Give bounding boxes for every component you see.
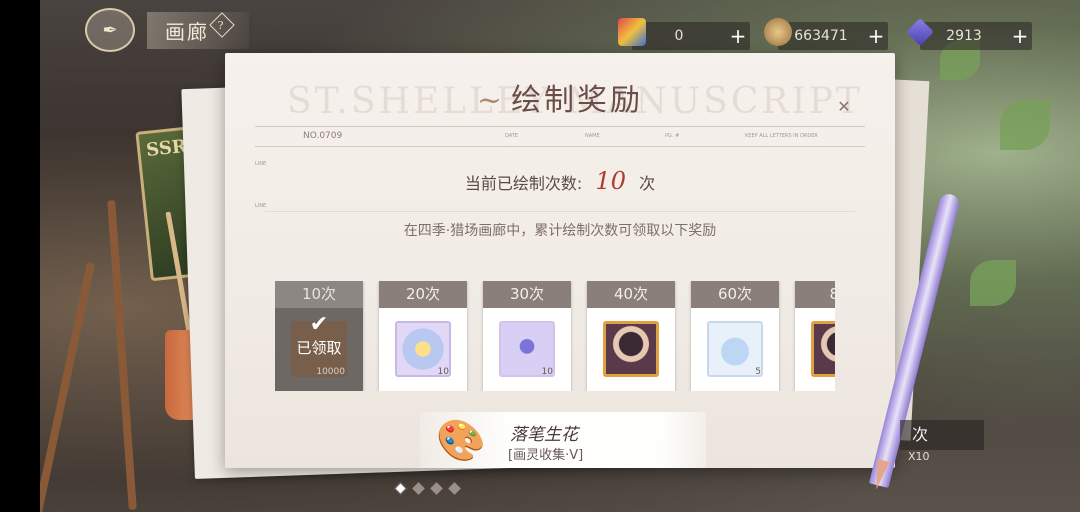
palette-icon: 🎨	[436, 418, 486, 464]
serial-number: NO.0709	[303, 131, 343, 141]
add-diamond-button[interactable]: +	[1008, 24, 1032, 48]
reward-description: 在四季·猎场画廊中，累计绘制次数可领取以下奖励	[403, 223, 717, 239]
page-indicator	[394, 482, 461, 495]
skill-name: 落笔生花	[510, 425, 578, 445]
page-dot[interactable]	[412, 482, 425, 495]
reward-card-80[interactable]: 80	[795, 281, 835, 391]
divider	[255, 146, 865, 147]
page-dot[interactable]	[394, 482, 407, 495]
reward-card-40[interactable]: 40次	[587, 281, 675, 391]
check-icon: ✔	[309, 312, 329, 337]
help-icon[interactable]: ?	[209, 12, 235, 38]
reward-card-60[interactable]: 60次 5	[691, 281, 779, 391]
resource-diamond: 2913 +	[906, 18, 1032, 50]
draw-reward-panel: ST.SHELLEY MANUSCRIPT 绘制奖励 ✕ NO.0709 DAT…	[225, 53, 895, 468]
page-dot[interactable]	[448, 482, 461, 495]
easel-leg	[40, 262, 95, 512]
skill-subtitle: [画灵收集·V]	[508, 448, 584, 463]
add-gift-button[interactable]: +	[726, 24, 750, 48]
draw-count-row: 当前已绘制次数: 10 次	[464, 167, 656, 195]
divider	[255, 126, 865, 127]
page-dot[interactable]	[430, 482, 443, 495]
gift-box-icon	[618, 18, 646, 46]
reward-card-10[interactable]: 10次 ✔ 已领取 10000	[275, 281, 363, 391]
leaf	[1000, 100, 1050, 150]
close-icon[interactable]: ✕	[831, 93, 857, 119]
coin-pot-icon	[764, 18, 792, 46]
resource-gift: 0 +	[618, 18, 750, 50]
reward-card-20[interactable]: 20次 10	[379, 281, 467, 391]
draw-multiplier: X10	[908, 450, 930, 463]
reward-card-30[interactable]: 30次 10	[483, 281, 571, 391]
back-emblem-icon[interactable]: ✒	[85, 8, 135, 52]
character-avatar-icon	[811, 321, 835, 377]
claimed-label: 已领取	[296, 339, 342, 357]
add-coin-button[interactable]: +	[864, 24, 888, 48]
gallery-title: 画廊 ?	[147, 11, 249, 49]
skill-plate[interactable]: 🎨 落笔生花 [画灵收集·V]	[420, 412, 706, 468]
character-avatar-icon	[603, 321, 659, 377]
resource-coin: 663471 +	[764, 18, 888, 50]
leaf	[970, 260, 1016, 306]
gallery-header: ✒ 画廊 ?	[85, 8, 249, 52]
side-draw-tag[interactable]: 次	[900, 420, 984, 450]
panel-title: 绘制奖励	[225, 75, 895, 119]
easel-leg	[107, 200, 137, 510]
reward-list[interactable]: 10次 ✔ 已领取 10000 20次 10 30次 10 40次 60次 5 …	[275, 281, 835, 391]
draw-count-value: 10	[595, 167, 626, 195]
divider	[265, 211, 855, 212]
